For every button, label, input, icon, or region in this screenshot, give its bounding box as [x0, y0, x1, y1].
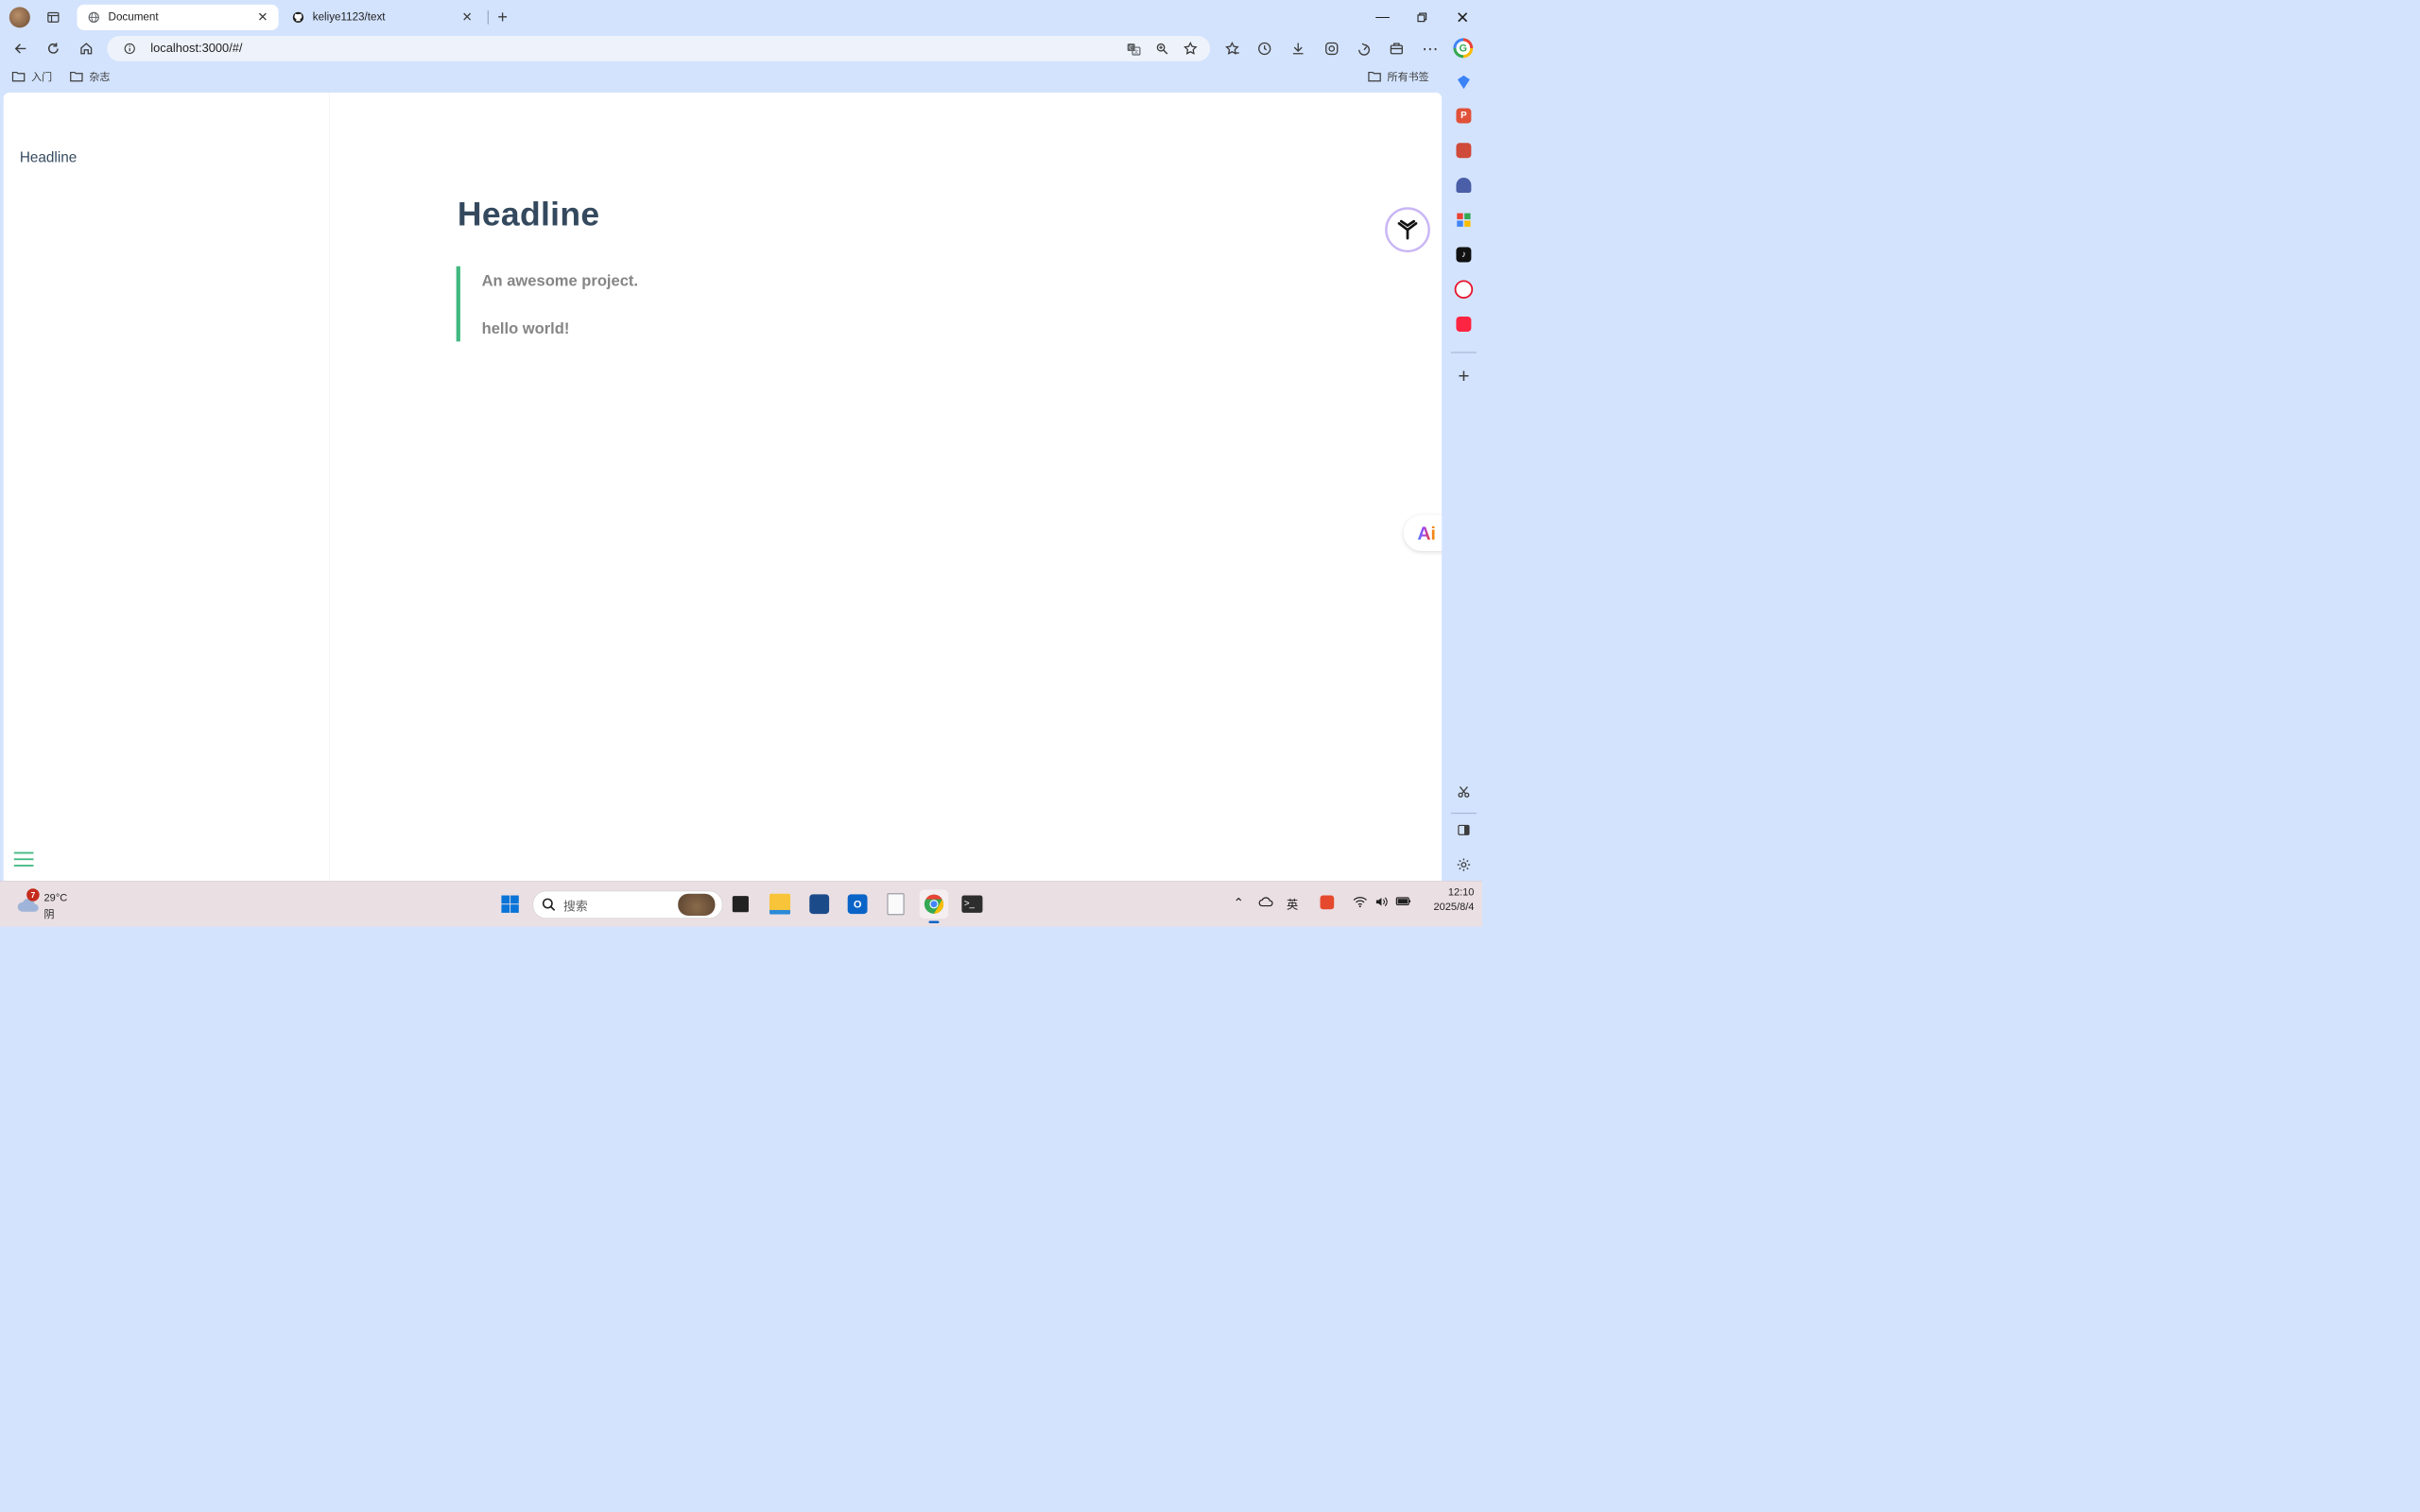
tab-title: keliye1123/text	[312, 10, 386, 24]
folder-icon	[11, 71, 26, 82]
ai-assistant-button[interactable]: Ai	[1403, 515, 1443, 552]
tab-actions-icon[interactable]	[41, 5, 66, 30]
weibo-icon[interactable]	[1447, 273, 1479, 305]
bookmark-label: 杂志	[89, 71, 111, 83]
input-method-icon[interactable]: 英	[1287, 896, 1298, 913]
apps-icon[interactable]	[1447, 204, 1479, 236]
sidebar-item-headline[interactable]: Headline	[20, 149, 77, 166]
floating-assistant-icon[interactable]	[1385, 207, 1430, 253]
code-editor-icon[interactable]	[804, 889, 834, 919]
copilot-gem-icon[interactable]	[1447, 66, 1479, 98]
menu-toggle-icon[interactable]	[13, 850, 34, 870]
close-tab-icon[interactable]: ✕	[462, 9, 473, 25]
chess-icon[interactable]	[1447, 169, 1479, 201]
grammarly-icon[interactable]: G	[1453, 38, 1474, 59]
toolbox-icon[interactable]	[1447, 134, 1479, 166]
tab-strip: Document ✕ keliye1123/text ✕ + — ✕	[0, 0, 1482, 35]
back-icon[interactable]	[9, 36, 34, 61]
chrome-icon[interactable]	[919, 889, 949, 919]
minimize-icon[interactable]: —	[1365, 7, 1400, 27]
volume-icon[interactable]	[1374, 896, 1389, 912]
weather-condition: 阴	[43, 908, 55, 920]
close-window-icon[interactable]: ✕	[1445, 7, 1480, 27]
favorites-icon[interactable]	[1219, 36, 1245, 61]
wifi-icon[interactable]	[1353, 896, 1368, 912]
outlook-icon[interactable]: O	[843, 889, 873, 919]
add-sidebar-app-icon[interactable]: +	[1447, 360, 1479, 392]
camera-icon[interactable]	[1319, 36, 1344, 61]
settings-gear-icon[interactable]	[1447, 849, 1479, 881]
wallet-icon[interactable]	[1384, 36, 1409, 61]
wps-icon[interactable]	[1320, 895, 1335, 910]
all-bookmarks-label: 所有书签	[1387, 71, 1429, 83]
clock[interactable]: 12:10 2025/8/4	[1422, 885, 1475, 913]
file-manager-icon[interactable]	[726, 889, 755, 919]
tab-document[interactable]: Document ✕	[77, 4, 279, 30]
zoom-icon[interactable]	[1155, 42, 1169, 56]
tab-divider	[487, 10, 489, 25]
bookmark-folder-zazhi[interactable]: 杂志	[70, 68, 111, 84]
clock-date: 2025/8/4	[1433, 901, 1475, 913]
powerpoint-icon[interactable]: P	[1447, 99, 1479, 131]
history-icon[interactable]	[1252, 36, 1277, 61]
blockquote: An awesome project. hello world!	[456, 266, 982, 342]
scissors-icon[interactable]	[1447, 776, 1479, 808]
profile-avatar[interactable]	[9, 7, 30, 28]
reload-icon[interactable]	[41, 36, 66, 61]
folder-icon	[70, 71, 83, 82]
translate-icon[interactable]: G文	[1126, 42, 1141, 57]
owl-illustration-icon	[678, 893, 716, 916]
url-text[interactable]: localhost:3000/#/	[150, 42, 242, 56]
tiktok-icon[interactable]: ♪	[1447, 238, 1479, 270]
clock-time: 12:10	[1447, 885, 1475, 898]
tray-overflow-icon[interactable]: ⌃	[1234, 896, 1244, 911]
github-icon	[292, 11, 304, 23]
bookmark-label: 入门	[31, 71, 53, 83]
page-viewport: Headline Headline An awesome project. he…	[3, 93, 1443, 882]
split-screen-icon[interactable]	[1447, 814, 1479, 846]
onedrive-icon[interactable]	[1258, 896, 1274, 910]
site-info-icon[interactable]	[123, 43, 135, 55]
all-bookmarks-button[interactable]: 所有书签	[1368, 68, 1429, 84]
bookmark-folder-rumen[interactable]: 入门	[11, 68, 52, 84]
performance-icon[interactable]	[1352, 36, 1377, 61]
weather-temp: 29°C	[43, 891, 68, 904]
xiaohongshu-icon[interactable]	[1447, 308, 1479, 340]
battery-icon[interactable]	[1395, 896, 1411, 910]
taskbar-search[interactable]: 搜索	[532, 890, 723, 919]
more-menu-icon[interactable]: ⋯	[1417, 36, 1443, 61]
docs-sidebar: Headline	[4, 93, 330, 882]
search-icon	[542, 898, 556, 911]
restore-icon[interactable]	[1405, 7, 1440, 27]
search-placeholder: 搜索	[562, 900, 588, 914]
ai-button-label: Ai	[1417, 522, 1436, 543]
tab-title: Document	[108, 10, 159, 24]
taskbar: 7 29°C 阴 搜索 O >_ ⌃ 英 12:10 2025/8/4	[0, 881, 1482, 927]
chrome-active-indicator	[928, 920, 940, 923]
download-icon[interactable]	[1286, 36, 1311, 61]
quote-line: An awesome project.	[481, 271, 639, 290]
weather-widget[interactable]: 7 29°C 阴	[14, 888, 78, 920]
file-explorer-icon[interactable]	[766, 889, 795, 919]
folder-icon	[1368, 71, 1381, 82]
quote-line: hello world!	[481, 319, 570, 337]
terminal-icon[interactable]: >_	[958, 889, 987, 919]
globe-icon	[88, 11, 99, 23]
start-windows-icon[interactable]	[495, 889, 525, 919]
weather-badge: 7	[26, 888, 40, 902]
blank-file-icon[interactable]	[881, 889, 910, 919]
star-bookmark-icon[interactable]	[1183, 41, 1198, 56]
new-tab-icon[interactable]: +	[490, 5, 515, 30]
home-icon[interactable]	[74, 36, 99, 61]
close-tab-icon[interactable]: ✕	[257, 9, 268, 25]
tab-github[interactable]: keliye1123/text ✕	[282, 5, 483, 30]
address-bar[interactable]: localhost:3000/#/ G文	[107, 35, 1211, 61]
page-title: Headline	[457, 195, 600, 233]
